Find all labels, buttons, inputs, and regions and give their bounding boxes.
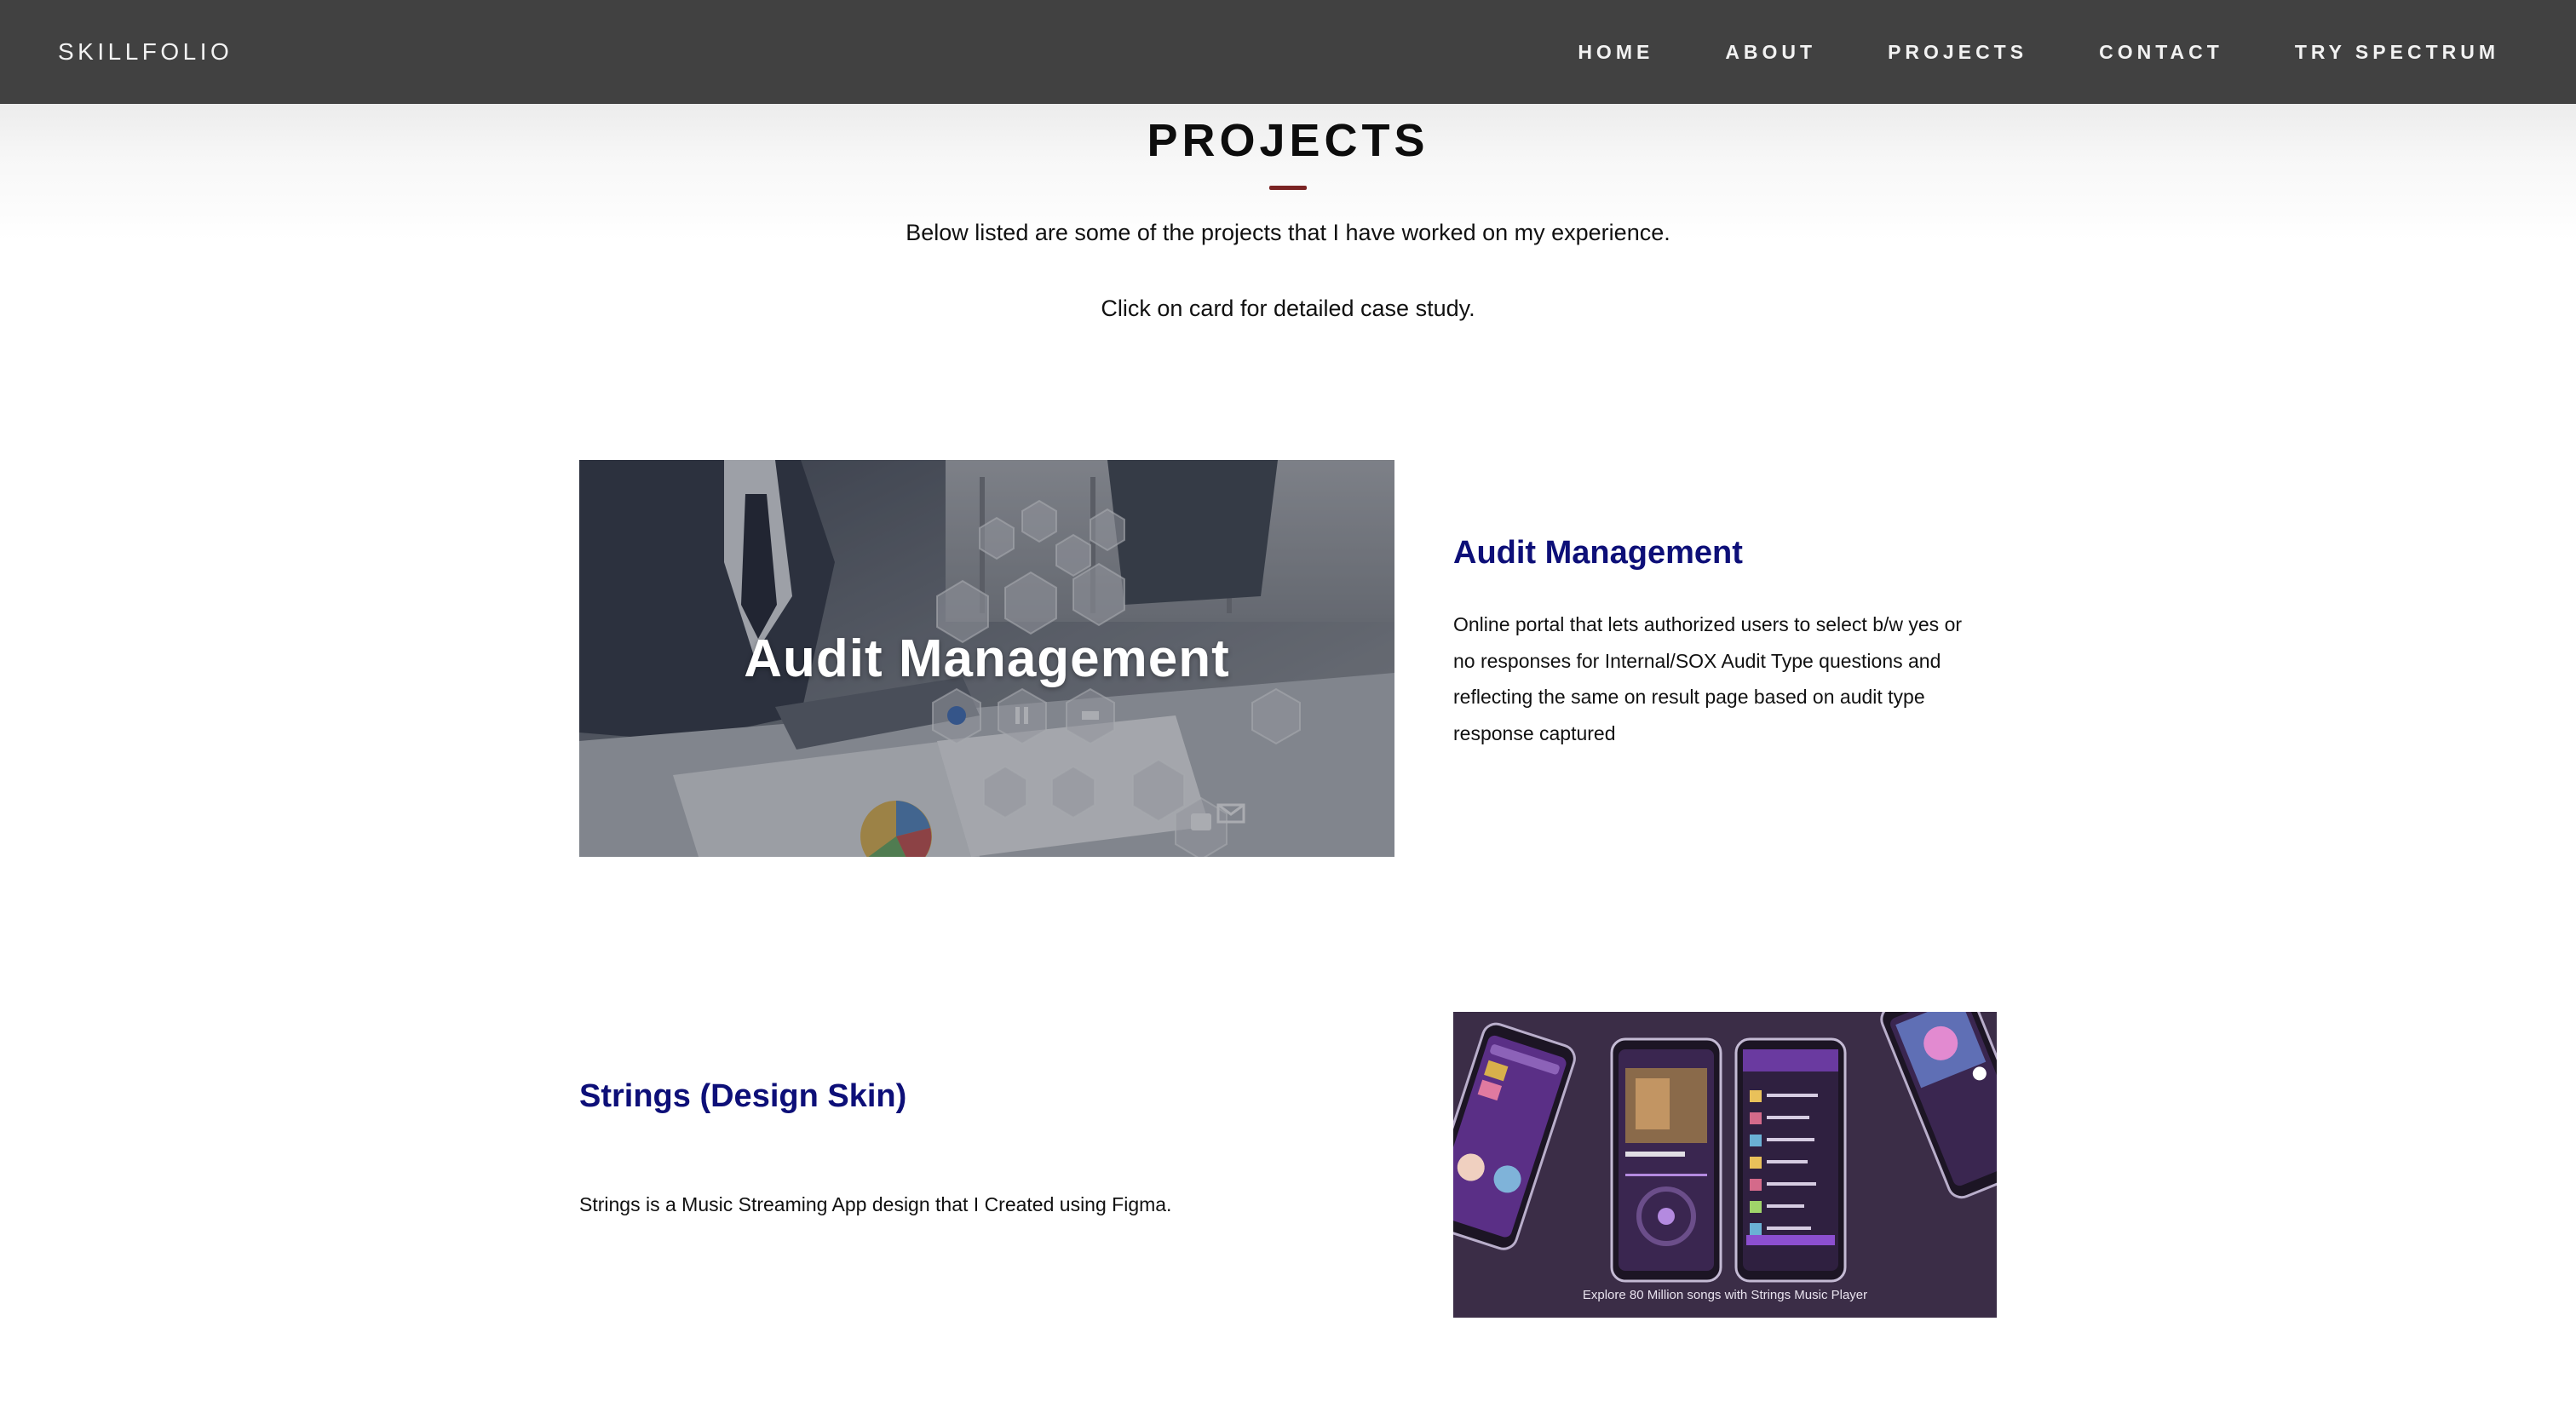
intro-text: Below listed are some of the projects th…: [906, 220, 1670, 245]
project-description-strings: Strings is a Music Streaming App design …: [579, 1193, 1172, 1215]
description-line: no responses for Internal/SOX Audit Type…: [1453, 649, 1941, 672]
description-line: reflecting the same on result page based…: [1453, 686, 1925, 708]
strings-app-mockup: [1453, 1012, 1997, 1318]
nav-link-about[interactable]: ABOUT: [1725, 41, 1816, 64]
audit-management-image-caption: Audit Management: [744, 629, 1230, 688]
project-title-strings[interactable]: Strings (Design Skin): [579, 1078, 906, 1115]
nav-link-projects[interactable]: PROJECTS: [1888, 41, 2027, 64]
nav-links: HOME ABOUT PROJECTS CONTACT TRY SPECTRUM: [1506, 41, 2518, 64]
strings-card-image[interactable]: Explore 80 Million songs with Strings Mu…: [1453, 1012, 1997, 1318]
projects-heading: PROJECTS: [0, 111, 2576, 190]
nav-link-contact[interactable]: CONTACT: [2099, 41, 2223, 64]
audit-management-card-image[interactable]: Audit Management: [579, 460, 1394, 857]
project-description-audit-management: Online portal that lets authorized users…: [1453, 606, 2015, 751]
page-title: PROJECTS: [1147, 115, 1429, 166]
nav-link-try-spectrum[interactable]: TRY SPECTRUM: [2295, 41, 2499, 64]
strings-image-caption: Explore 80 Million songs with Strings Mu…: [1582, 1288, 1868, 1302]
brand-logo[interactable]: SKILLFOLIO: [58, 38, 233, 66]
description-line: Online portal that lets authorized users…: [1453, 613, 1963, 635]
intro-instruction: Click on card for detailed case study.: [1101, 296, 1475, 321]
navbar: SKILLFOLIO HOME ABOUT PROJECTS CONTACT T…: [0, 0, 2576, 104]
title-underline: [1269, 186, 1307, 190]
nav-link-home[interactable]: HOME: [1578, 41, 1653, 64]
description-line: response captured: [1453, 721, 1616, 744]
project-title-audit-management[interactable]: Audit Management: [1453, 535, 1743, 572]
